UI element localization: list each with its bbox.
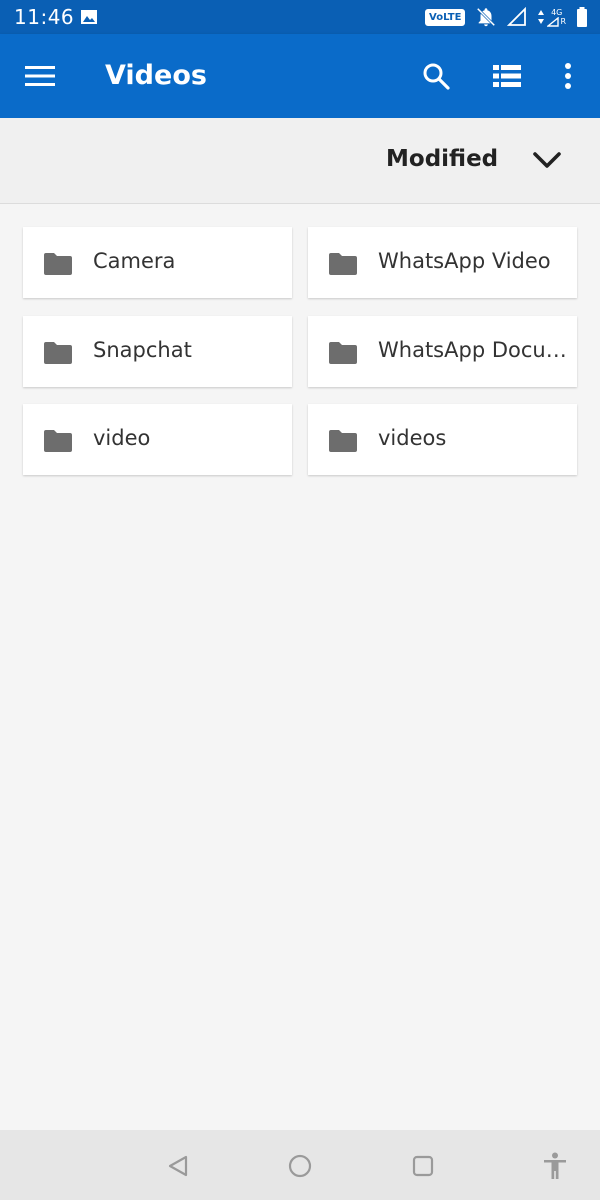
hamburger-menu-icon	[25, 66, 55, 86]
accessibility-icon	[544, 1152, 566, 1179]
back-icon	[168, 1155, 188, 1177]
notifications-off-icon	[477, 7, 496, 27]
chevron-down-icon[interactable]	[532, 150, 562, 170]
recents-button[interactable]	[409, 1152, 437, 1180]
status-icons: VoLTE 4G R	[425, 6, 588, 28]
home-icon	[288, 1154, 312, 1178]
status-time: 11:46	[14, 5, 75, 29]
volte-badge: VoLTE	[425, 8, 466, 26]
app-bar: Videos	[0, 34, 600, 118]
menu-button[interactable]	[22, 58, 58, 94]
view-toggle-button[interactable]	[489, 58, 525, 94]
folder-card[interactable]: video	[23, 404, 292, 475]
folder-name: video	[93, 426, 151, 450]
folder-card[interactable]: Camera	[23, 227, 292, 298]
folder-name: WhatsApp Documents	[378, 338, 568, 362]
system-nav-bar	[0, 1130, 600, 1200]
network-type: 4G R	[537, 8, 566, 27]
folder-icon	[329, 253, 357, 275]
gallery-notification-icon	[81, 10, 97, 24]
folder-card[interactable]: WhatsApp Documents	[308, 316, 577, 387]
signal-secondary-icon	[547, 16, 560, 27]
search-icon	[423, 63, 450, 90]
folder-name: WhatsApp Video	[378, 249, 551, 273]
folder-name: Snapchat	[93, 338, 192, 362]
folder-name: Camera	[93, 249, 176, 273]
more-vert-icon	[565, 63, 571, 89]
status-bar: 11:46 VoLTE 4G R	[0, 0, 600, 34]
accessibility-button[interactable]	[541, 1152, 569, 1180]
folder-icon	[329, 430, 357, 452]
home-button[interactable]	[286, 1152, 314, 1180]
folder-icon	[44, 430, 72, 452]
folder-icon	[44, 342, 72, 364]
network-label: 4G	[551, 7, 563, 17]
recents-icon	[412, 1155, 434, 1177]
folder-card[interactable]: Snapchat	[23, 316, 292, 387]
folder-icon	[329, 342, 357, 364]
sort-bar[interactable]: Modified	[0, 118, 600, 204]
signal-icon	[507, 7, 527, 26]
folder-icon	[44, 253, 72, 275]
roaming-label: R	[560, 17, 566, 26]
search-button[interactable]	[418, 58, 454, 94]
data-transfer-icon	[538, 10, 545, 24]
folder-name: videos	[378, 426, 447, 450]
folder-card[interactable]: videos	[308, 404, 577, 475]
back-button[interactable]	[164, 1152, 192, 1180]
page-title: Videos	[105, 60, 207, 91]
sort-label[interactable]: Modified	[386, 146, 498, 172]
list-view-icon	[493, 65, 521, 87]
battery-icon	[577, 7, 587, 27]
folder-card[interactable]: WhatsApp Video	[308, 227, 577, 298]
more-options-button[interactable]	[550, 58, 586, 94]
